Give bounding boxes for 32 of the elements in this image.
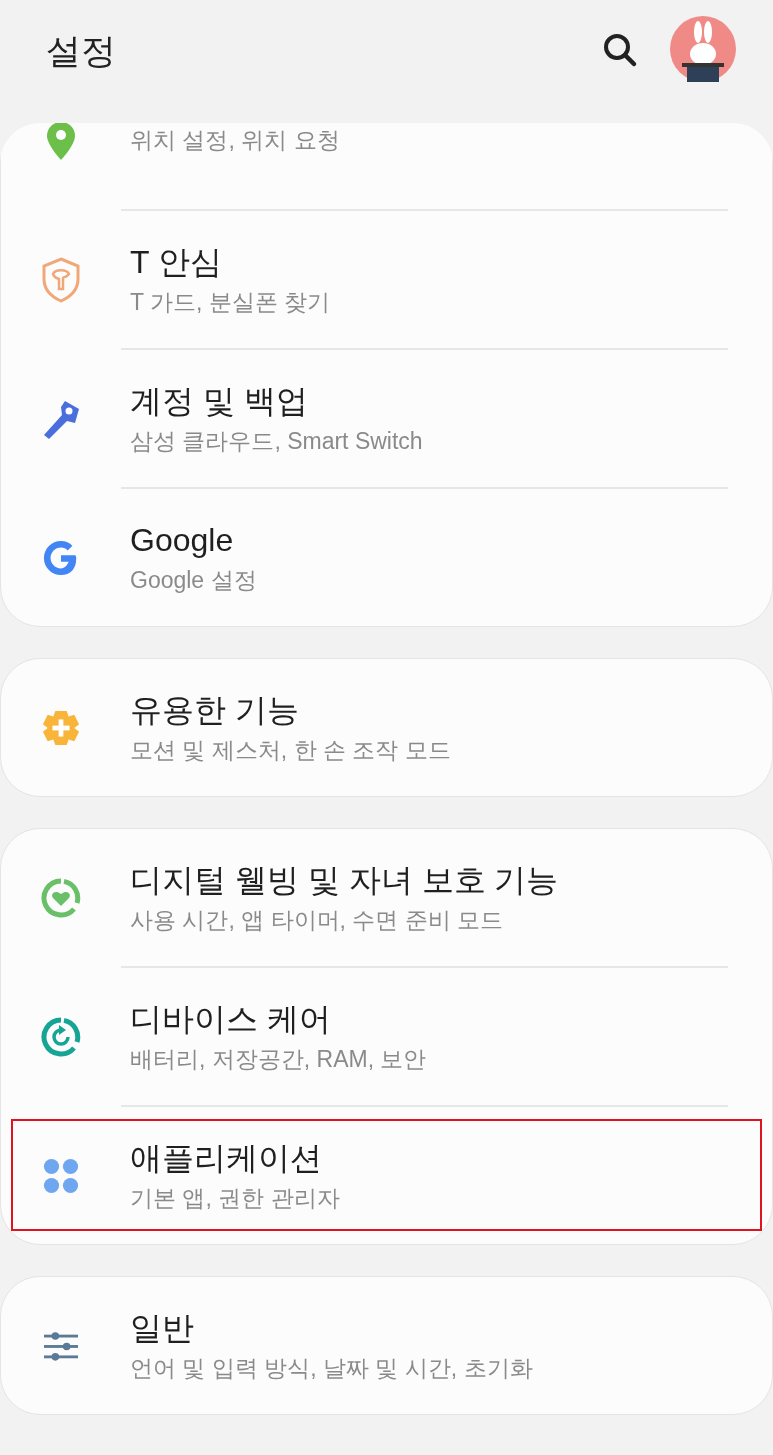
item-title: T 안심 [130, 243, 223, 281]
item-title: Google [130, 521, 235, 559]
apps-dots-icon [42, 1156, 80, 1195]
item-subtitle: 모션 및 제스처, 한 손 조작 모드 [130, 736, 451, 764]
settings-item[interactable]: 애플리케이션 기본 앱, 권한 관리자 [1, 1107, 772, 1244]
item-title: 디바이스 케어 [130, 1000, 332, 1038]
item-title: 유용한 기능 [130, 691, 300, 729]
item-title: 디지털 웰빙 및 자녀 보호 기능 [130, 861, 559, 899]
item-subtitle: 삼성 클라우드, Smart Switch [130, 427, 423, 455]
page-title: 설정 [46, 30, 117, 72]
settings-item[interactable]: 디지털 웰빙 및 자녀 보호 기능 사용 시간, 앱 타이머, 수면 준비 모드 [1, 829, 772, 966]
refresh-ring-icon [41, 1016, 81, 1057]
settings-item[interactable]: 디바이스 케어 배터리, 저장공간, RAM, 보안 [1, 968, 772, 1105]
item-subtitle: 위치 설정, 위치 요청 [130, 127, 340, 154]
heart-ring-icon [41, 877, 81, 918]
settings-item[interactable]: 일반 언어 및 입력 방식, 날짜 및 시간, 초기화 [1, 1277, 772, 1414]
settings-item[interactable]: Google Google 설정 [1, 489, 772, 626]
settings-item[interactable]: T 안심 T 가드, 분실폰 찾기 [1, 211, 772, 348]
item-subtitle: Google 설정 [130, 566, 257, 594]
item-title: 일반 [130, 1309, 195, 1347]
item-subtitle: 배터리, 저장공간, RAM, 보안 [130, 1045, 427, 1073]
gear-plus-icon [42, 708, 80, 747]
item-subtitle: 언어 및 입력 방식, 날짜 및 시간, 초기화 [130, 1354, 533, 1382]
settings-item[interactable]: 계정 및 백업 삼성 클라우드, Smart Switch [1, 350, 772, 487]
item-title: 계정 및 백업 [130, 382, 309, 420]
item-subtitle: 사용 시간, 앱 타이머, 수면 준비 모드 [130, 906, 505, 934]
shield-icon [41, 256, 81, 303]
settings-item[interactable]: 유용한 기능 모션 및 제스처, 한 손 조작 모드 [1, 659, 772, 796]
item-subtitle: T 가드, 분실폰 찾기 [130, 288, 331, 316]
item-subtitle: 기본 앱, 권한 관리자 [130, 1184, 340, 1212]
rabbit-avatar[interactable] [670, 16, 736, 82]
item-title: 애플리케이션 [130, 1139, 323, 1177]
